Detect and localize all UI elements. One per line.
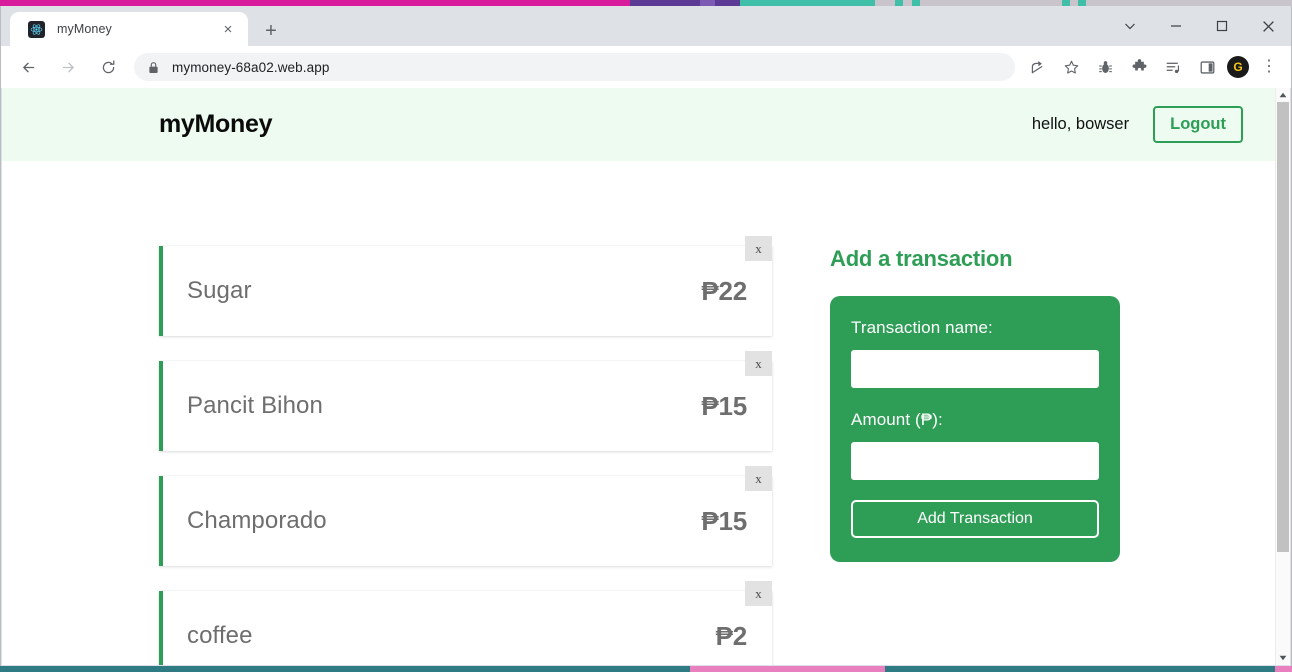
transaction-name: coffee xyxy=(187,622,253,649)
tab-title: myMoney xyxy=(57,22,112,36)
transaction-name-label: Transaction name: xyxy=(851,318,993,337)
chevron-down-icon[interactable] xyxy=(1107,6,1153,46)
transaction-card: Sugar ₱22 x xyxy=(159,236,772,336)
transaction-card: Champorado ₱15 x xyxy=(159,466,772,566)
transaction-amount: ₱15 xyxy=(701,505,747,536)
browser-window: myMoney × + mymoney-68a02.web.app G ⋮ my… xyxy=(0,6,1292,666)
browser-toolbar: mymoney-68a02.web.app G ⋮ xyxy=(1,46,1291,88)
minimize-icon[interactable] xyxy=(1153,6,1199,46)
scroll-down-arrow[interactable] xyxy=(1276,651,1290,665)
avatar[interactable]: G xyxy=(1227,56,1249,78)
form-heading: Add a transaction xyxy=(830,246,1013,271)
transaction-card: Pancit Bihon ₱15 x xyxy=(159,351,772,451)
lock-icon xyxy=(148,61,159,74)
transaction-name: Champorado xyxy=(187,507,327,534)
transaction-amount: ₱2 xyxy=(715,620,748,651)
window-controls xyxy=(1107,6,1291,46)
close-window-icon[interactable] xyxy=(1245,6,1291,46)
transaction-name: Pancit Bihon xyxy=(187,392,323,419)
transaction-amount: ₱22 xyxy=(701,275,747,306)
amount-label: Amount (₱): xyxy=(851,410,943,429)
close-tab-icon[interactable]: × xyxy=(218,19,238,39)
address-bar-url: mymoney-68a02.web.app xyxy=(172,59,330,75)
share-icon[interactable] xyxy=(1023,53,1051,81)
star-icon[interactable] xyxy=(1057,53,1085,81)
puzzle-piece-icon[interactable] xyxy=(1125,53,1153,81)
scroll-up-arrow[interactable] xyxy=(1276,88,1290,102)
delete-transaction-button[interactable]: x xyxy=(745,236,772,261)
maximize-icon[interactable] xyxy=(1199,6,1245,46)
bug-icon[interactable] xyxy=(1091,53,1119,81)
scrollbar-thumb[interactable] xyxy=(1277,102,1289,552)
new-tab-button[interactable]: + xyxy=(257,17,285,45)
add-transaction-panel: Add a transaction Transaction name: Amou… xyxy=(830,246,1120,665)
delete-transaction-button[interactable]: x xyxy=(745,581,772,606)
app-header: myMoney hello, bowser Logout xyxy=(2,88,1277,161)
page-scrollbar[interactable] xyxy=(1275,88,1290,665)
transaction-form: Transaction name: Amount (₱): Add Transa… xyxy=(830,296,1120,562)
logout-button[interactable]: Logout xyxy=(1153,106,1243,143)
transaction-name: Sugar xyxy=(187,277,252,304)
transaction-amount: ₱15 xyxy=(701,390,747,421)
browser-menu-icon[interactable]: ⋮ xyxy=(1255,53,1283,81)
transaction-name-input[interactable] xyxy=(851,350,1099,388)
add-transaction-button[interactable]: Add Transaction xyxy=(851,500,1099,538)
app-logo: myMoney xyxy=(159,110,273,138)
tab-strip: myMoney × + xyxy=(1,6,1291,46)
greeting-text: hello, bowser xyxy=(1031,115,1130,133)
transaction-card: coffee ₱2 x xyxy=(159,581,772,665)
browser-tab[interactable]: myMoney × xyxy=(10,12,248,46)
react-logo-favicon xyxy=(28,20,45,38)
app-header-actions: hello, bowser Logout xyxy=(1032,106,1243,143)
page-viewport: myMoney hello, bowser Logout Sugar ₱22 x… xyxy=(2,88,1277,665)
forward-icon[interactable] xyxy=(54,53,82,81)
delete-transaction-button[interactable]: x xyxy=(745,466,772,491)
side-panel-icon[interactable] xyxy=(1193,53,1221,81)
back-icon[interactable] xyxy=(14,53,42,81)
reload-icon[interactable] xyxy=(94,53,122,81)
delete-transaction-button[interactable]: x xyxy=(745,351,772,376)
avatar-initial: G xyxy=(1233,60,1243,74)
amount-input[interactable] xyxy=(851,442,1099,480)
address-bar[interactable]: mymoney-68a02.web.app xyxy=(134,53,1015,81)
reading-list-icon[interactable] xyxy=(1159,53,1187,81)
main-content: Sugar ₱22 x Pancit Bihon ₱15 x Champorad… xyxy=(2,161,1277,665)
transaction-list: Sugar ₱22 x Pancit Bihon ₱15 x Champorad… xyxy=(159,236,772,665)
